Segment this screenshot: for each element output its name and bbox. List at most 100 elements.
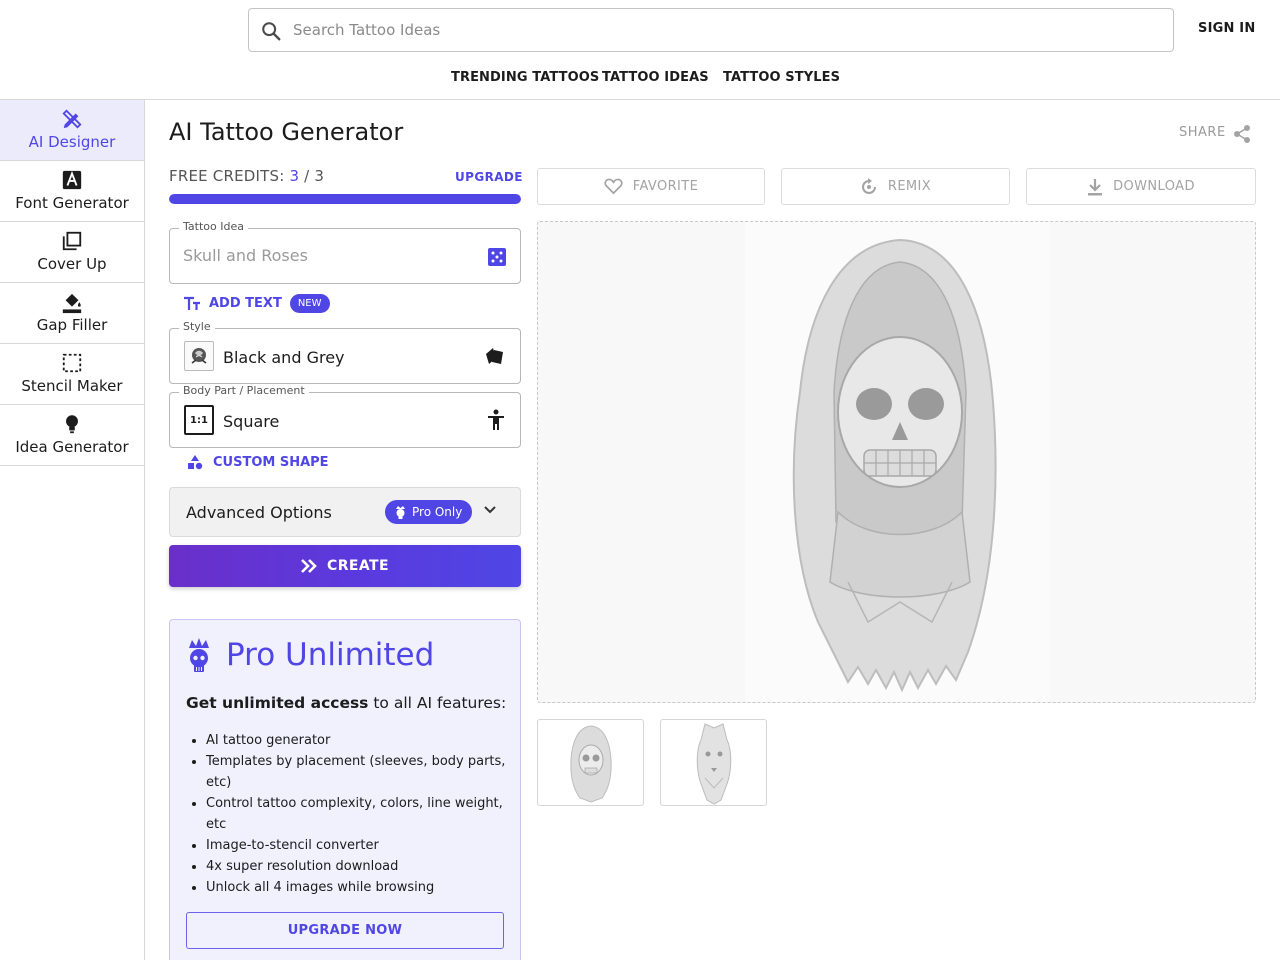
- credits-progress-bar: [169, 194, 521, 204]
- header-divider: [0, 99, 1280, 100]
- share-icon[interactable]: [1233, 124, 1251, 144]
- paint-bucket-icon: [62, 293, 82, 314]
- list-item: 4x super resolution download: [206, 856, 506, 877]
- credits-progress-fill: [169, 194, 521, 204]
- style-label: Style: [179, 320, 215, 333]
- tattoo-idea-field[interactable]: Tattoo Idea: [169, 220, 521, 284]
- double-chevron-right-icon: [301, 559, 317, 573]
- crown-skull-icon: [189, 638, 209, 672]
- pro-feature-list: AI tattoo generator Templates by placeme…: [206, 730, 506, 898]
- advanced-options[interactable]: Advanced Options Pro Only: [169, 487, 521, 537]
- search-icon: [262, 22, 281, 41]
- rose-icon: [191, 348, 207, 364]
- skull-thumbnail-image: [570, 725, 612, 803]
- sidebar: AI Designer Font Generator Cover Up Gap …: [0, 100, 145, 960]
- style-field[interactable]: Style Black and Grey: [169, 320, 521, 384]
- nav-trending-tattoos[interactable]: TRENDING TATTOOS: [451, 70, 599, 85]
- pro-only-label: Pro Only: [412, 505, 463, 519]
- placement-value: Square: [223, 412, 280, 431]
- text-size-icon: [184, 296, 200, 310]
- advanced-options-label: Advanced Options: [186, 503, 332, 522]
- custom-shape-label: CUSTOM SHAPE: [213, 454, 329, 470]
- placement-thumbnail: 1:1: [184, 405, 214, 435]
- style-value: Black and Grey: [223, 348, 345, 367]
- sidebar-item-label: Gap Filler: [36, 316, 108, 334]
- new-badge: NEW: [289, 294, 330, 313]
- sidebar-item-font-generator[interactable]: Font Generator: [0, 161, 144, 222]
- credits-total: 3: [314, 167, 325, 185]
- sidebar-item-idea-generator[interactable]: Idea Generator: [0, 405, 144, 466]
- hooded-skull-image: [745, 222, 1050, 702]
- add-text-button[interactable]: ADD TEXT NEW: [183, 294, 330, 313]
- font-icon: [62, 170, 82, 190]
- remix-icon: [861, 177, 876, 194]
- sidebar-item-label: Font Generator: [15, 194, 129, 212]
- pro-only-badge: Pro Only: [385, 500, 473, 524]
- swatch-icon[interactable]: [484, 346, 506, 366]
- share-button[interactable]: SHARE: [1179, 125, 1226, 140]
- add-text-label: ADD TEXT: [209, 296, 282, 311]
- nav-tattoo-ideas[interactable]: TATTOO IDEAS: [602, 70, 709, 85]
- pro-subtitle-bold: Get unlimited access: [186, 694, 369, 712]
- custom-shape-button[interactable]: CUSTOM SHAPE: [187, 454, 329, 470]
- remix-button[interactable]: REMIX: [781, 168, 1010, 205]
- sidebar-item-stencil-maker[interactable]: Stencil Maker: [0, 344, 144, 405]
- layers-icon: [62, 231, 82, 251]
- sidebar-item-label: Idea Generator: [15, 438, 129, 456]
- sidebar-item-cover-up[interactable]: Cover Up: [0, 222, 144, 283]
- tattoo-preview[interactable]: [537, 221, 1256, 703]
- list-item: Control tattoo complexity, colors, line …: [206, 793, 506, 835]
- credits-label: FREE CREDITS:: [169, 167, 285, 185]
- sign-in-link[interactable]: SIGN IN: [1198, 21, 1255, 36]
- chevron-down-icon[interactable]: [483, 505, 497, 515]
- search-box[interactable]: [248, 8, 1174, 52]
- list-item: AI tattoo generator: [206, 730, 506, 751]
- style-thumbnail: [184, 341, 214, 371]
- tattoo-idea-label: Tattoo Idea: [179, 220, 248, 233]
- placement-label: Body Part / Placement: [179, 384, 309, 397]
- download-label: DOWNLOAD: [1113, 179, 1195, 194]
- nav-tattoo-styles[interactable]: TATTOO STYLES: [723, 70, 840, 85]
- list-item: Image-to-stencil converter: [206, 835, 506, 856]
- sidebar-item-label: Stencil Maker: [21, 377, 123, 395]
- top-nav: TRENDING TATTOOS TATTOO IDEAS TATTOO STY…: [0, 70, 1280, 86]
- pro-unlimited-card: Pro Unlimited Get unlimited access to al…: [169, 619, 521, 960]
- result-thumbnail-1[interactable]: [537, 719, 644, 806]
- sidebar-item-gap-filler[interactable]: Gap Filler: [0, 283, 144, 344]
- pro-subtitle: Get unlimited access to all AI features:: [186, 694, 506, 712]
- dashed-select-icon: [62, 353, 82, 373]
- download-button[interactable]: DOWNLOAD: [1026, 168, 1256, 205]
- sidebar-item-label: Cover Up: [37, 255, 107, 273]
- free-credits: FREE CREDITS: 3 / 3: [169, 167, 324, 185]
- heart-icon: [604, 178, 623, 195]
- result-thumbnail-2[interactable]: [660, 719, 767, 806]
- dice-icon[interactable]: [488, 248, 506, 266]
- download-icon: [1088, 178, 1103, 195]
- wolf-thumbnail-image: [696, 723, 732, 805]
- placement-field[interactable]: Body Part / Placement 1:1 Square: [169, 384, 521, 448]
- upgrade-now-button[interactable]: UPGRADE NOW: [186, 912, 504, 949]
- create-label: CREATE: [327, 558, 389, 574]
- remix-label: REMIX: [887, 179, 932, 194]
- credits-separator: /: [304, 167, 310, 185]
- body-icon[interactable]: [486, 409, 506, 431]
- page-title: AI Tattoo Generator: [169, 118, 404, 146]
- upgrade-link[interactable]: UPGRADE: [455, 170, 523, 184]
- pencil-ruler-icon: [62, 109, 82, 129]
- pro-title: Pro Unlimited: [226, 637, 435, 673]
- aspect-ratio-label: 1:1: [190, 414, 208, 426]
- create-button[interactable]: CREATE: [169, 545, 521, 587]
- pro-subtitle-rest: to all AI features:: [368, 694, 507, 712]
- crown-skull-icon: [396, 506, 405, 519]
- lightbulb-icon: [66, 415, 78, 434]
- list-item: Unlock all 4 images while browsing: [206, 877, 506, 898]
- favorite-label: FAVORITE: [632, 179, 699, 194]
- search-input[interactable]: [293, 9, 1153, 51]
- tattoo-idea-input[interactable]: [183, 246, 473, 265]
- favorite-button[interactable]: FAVORITE: [537, 168, 765, 205]
- sidebar-item-label: AI Designer: [28, 133, 116, 151]
- list-item: Templates by placement (sleeves, body pa…: [206, 751, 506, 793]
- shapes-icon: [188, 455, 203, 470]
- credits-used: 3: [289, 167, 300, 185]
- sidebar-item-ai-designer[interactable]: AI Designer: [0, 100, 144, 161]
